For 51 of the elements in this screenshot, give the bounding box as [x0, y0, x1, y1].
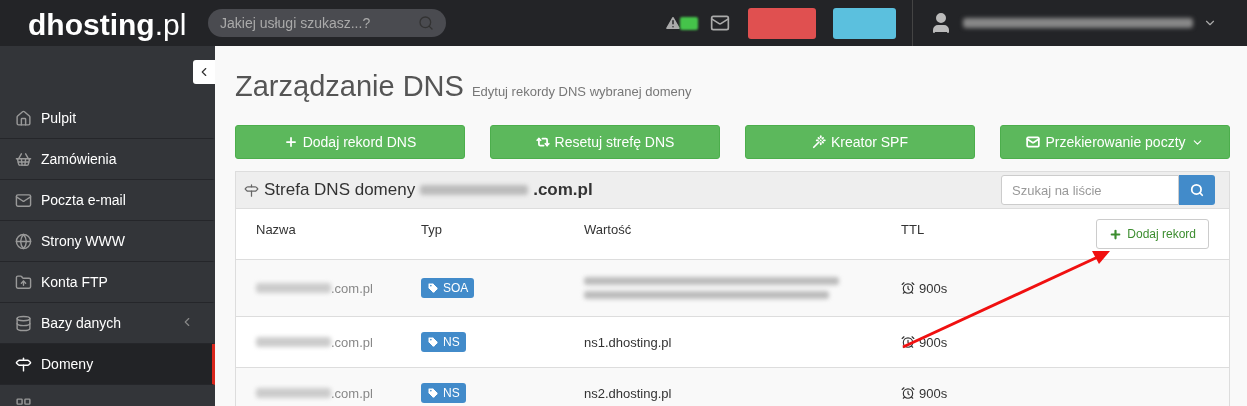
- list-search-field[interactable]: Szukaj na liście: [1001, 175, 1179, 205]
- record-ttl: 900s: [901, 280, 1081, 296]
- mail-icon[interactable]: [710, 13, 730, 33]
- notification-badge: [680, 16, 698, 30]
- add-record-button[interactable]: Dodaj rekord: [1096, 219, 1209, 249]
- globe-icon: [15, 233, 32, 250]
- column-header: Typ: [421, 221, 443, 237]
- signpost-icon: [15, 356, 32, 373]
- envelope-icon: [1026, 135, 1041, 149]
- signpost-icon: [244, 182, 259, 198]
- record-name: .com.pl: [256, 334, 421, 350]
- column-header: Nazwa: [256, 221, 297, 237]
- warning-icon[interactable]: [664, 14, 682, 32]
- column-header: TTL: [901, 221, 926, 237]
- record-type-label: NS: [421, 383, 466, 403]
- plus-icon: [283, 135, 298, 149]
- record-value: ns2.dhosting.pl: [584, 385, 673, 401]
- plus-icon: [1109, 227, 1123, 241]
- panel-title: Strefa DNS domeny .com.pl: [244, 180, 593, 200]
- home-icon: [15, 110, 32, 127]
- points-button[interactable]: [833, 7, 896, 39]
- balance-button[interactable]: [748, 7, 816, 39]
- alarm-clock-icon: [901, 281, 915, 295]
- tag-icon: [427, 387, 439, 399]
- repeat-icon: [535, 135, 550, 149]
- record-type-label: NS: [421, 332, 466, 352]
- alarm-clock-icon: [901, 335, 915, 349]
- logo[interactable]: dhosting.pl: [0, 8, 188, 42]
- record-ttl: 900s: [901, 334, 1081, 350]
- search-button[interactable]: [1179, 175, 1215, 205]
- record-ttl: 900s: [901, 385, 1081, 401]
- tag-icon: [427, 282, 439, 294]
- magic-wand-icon: [812, 135, 826, 149]
- database-icon: [15, 315, 32, 332]
- search-field[interactable]: Jakiej usługi szukasz...?: [208, 9, 446, 37]
- search-icon: [1190, 183, 1204, 197]
- collapse-sidebar-button[interactable]: [193, 60, 215, 84]
- tag-icon: [427, 336, 439, 348]
- page-subtitle: Edytuj rekordy DNS wybranej domeny: [471, 84, 692, 99]
- record-name: .com.pl: [256, 385, 421, 401]
- sidebar-item[interactable]: Domeny: [0, 344, 215, 385]
- record-value: ns1.dhosting.pl: [584, 334, 673, 350]
- basket-icon: [15, 151, 32, 168]
- search-icon: [418, 15, 434, 31]
- alarm-clock-icon: [901, 386, 915, 400]
- record-type-label: SOA: [421, 278, 475, 298]
- page-title: Zarządzanie DNS: [235, 70, 464, 103]
- folder-icon: [15, 274, 32, 291]
- envelope-icon: [15, 192, 32, 209]
- record-name: .com.pl: [256, 280, 421, 296]
- column-header: Wartość: [584, 221, 633, 237]
